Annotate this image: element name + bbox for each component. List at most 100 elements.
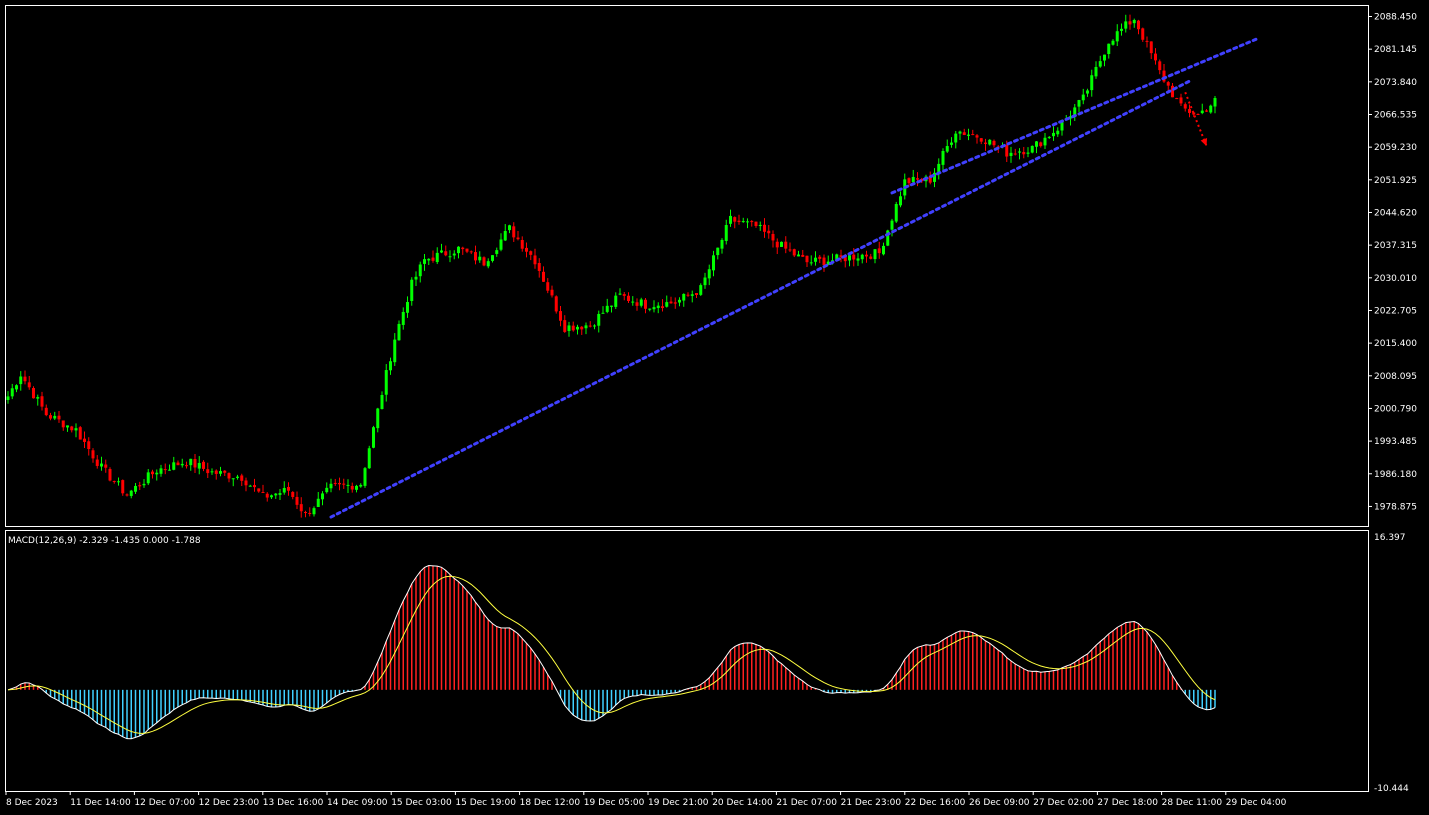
channel-line-lower[interactable]: [329, 79, 1191, 519]
macd-main-line: [7, 565, 1216, 740]
candle-body: [767, 230, 771, 234]
candle-body: [1213, 98, 1217, 107]
candle-body: [1205, 110, 1208, 112]
candle-body: [584, 325, 588, 329]
candle-body: [32, 388, 35, 399]
candle-body: [1013, 153, 1017, 155]
candle-body: [537, 262, 541, 271]
candle-body: [151, 471, 154, 475]
candle-body: [907, 178, 911, 184]
candle-body: [720, 239, 724, 249]
candle-body: [74, 428, 78, 431]
price-axis-label: 2059.230: [1374, 143, 1417, 153]
candle-body: [27, 382, 31, 388]
candle-body: [346, 484, 350, 486]
candle-body: [257, 488, 261, 492]
candle-body: [852, 254, 856, 260]
candle-body: [1103, 54, 1106, 61]
time-axis-label: 27 Dec 18:00: [1097, 798, 1158, 808]
candle-body: [499, 239, 503, 250]
candle-body: [780, 241, 783, 247]
candle-body: [121, 480, 125, 494]
candle-body: [1196, 114, 1200, 116]
candle-body: [962, 132, 966, 135]
candle-body: [308, 512, 312, 514]
candle-body: [622, 294, 626, 296]
candle-body: [588, 325, 592, 327]
candle-body: [516, 237, 520, 240]
candle-body: [440, 250, 443, 253]
price-axis-label: 2044.620: [1374, 208, 1417, 218]
candle-body: [979, 138, 983, 142]
candle-body: [550, 289, 554, 296]
candle-body: [474, 252, 477, 261]
candle-body: [639, 299, 643, 306]
candle-body: [911, 176, 915, 183]
candle-body: [554, 296, 558, 312]
candle-body: [236, 476, 239, 478]
candle-body: [223, 470, 227, 473]
candle-body: [618, 293, 622, 295]
candle-body: [100, 463, 103, 467]
candle-body: [686, 294, 690, 296]
candle-body: [899, 196, 902, 206]
candle-body: [1141, 28, 1145, 40]
candle-body: [423, 259, 426, 264]
candle-body: [1035, 141, 1038, 147]
candle-body: [894, 204, 898, 222]
candle-body: [469, 251, 473, 253]
candle-body: [482, 257, 486, 266]
candle-body: [295, 496, 299, 505]
price-axis-label: 2081.145: [1374, 45, 1417, 55]
candle-body: [1132, 19, 1136, 24]
candle-body: [1154, 53, 1157, 61]
time-axis-label: 29 Dec 04:00: [1226, 798, 1287, 808]
candle-body: [6, 396, 10, 401]
candle-body: [138, 485, 142, 487]
candle-body: [856, 258, 860, 261]
candle-body: [1005, 144, 1009, 157]
price-axis-label: 1978.875: [1374, 502, 1417, 512]
candle-body: [376, 408, 380, 429]
candle-body: [134, 485, 137, 492]
candle-body: [678, 299, 681, 303]
candle-body: [648, 308, 652, 310]
time-axis-label: 15 Dec 03:00: [391, 798, 452, 808]
candle-body: [520, 239, 524, 249]
candle-body: [384, 370, 388, 395]
candle-body: [401, 311, 405, 325]
macd-indicator-label: MACD(12,26,9) -2.329 -1.435 0.000 -1.788: [8, 536, 201, 546]
candle-body: [580, 326, 584, 330]
projection-arrow-line[interactable]: [1184, 91, 1208, 147]
candle-body: [945, 146, 949, 152]
price-axis-label: 2037.315: [1374, 241, 1417, 251]
candle-body: [338, 482, 341, 485]
time-axis-label: 8 Dec 2023: [6, 798, 58, 808]
time-axis-label: 11 Dec 14:00: [70, 798, 131, 808]
candle-body: [393, 339, 397, 363]
candle-body: [287, 486, 290, 491]
candle-body: [818, 256, 822, 259]
time-axis-label: 14 Dec 09:00: [327, 798, 388, 808]
candle-body: [465, 248, 469, 252]
candle-body: [848, 255, 851, 261]
candle-body: [1094, 66, 1098, 77]
candle-body: [784, 241, 788, 249]
macd-layer: [7, 565, 1216, 740]
candle-body: [1086, 90, 1089, 94]
candle-body: [1111, 40, 1115, 45]
channel-line-upper[interactable]: [890, 37, 1259, 195]
candle-body: [168, 469, 171, 471]
candle-body: [1018, 151, 1021, 153]
candle-body: [321, 493, 324, 500]
candle-body: [542, 271, 545, 282]
time-axis-label: 19 Dec 05:00: [584, 798, 645, 808]
candle-body: [1209, 105, 1213, 113]
candle-body: [61, 420, 65, 428]
candle-body: [950, 142, 953, 145]
candle-body: [814, 257, 817, 262]
candle-body: [805, 255, 809, 263]
candle-body: [669, 301, 673, 304]
chart-root: 2088.450 2081.145 2073.840 2066.535 2059.230…: [0, 0, 1429, 815]
candle-body: [865, 254, 868, 257]
